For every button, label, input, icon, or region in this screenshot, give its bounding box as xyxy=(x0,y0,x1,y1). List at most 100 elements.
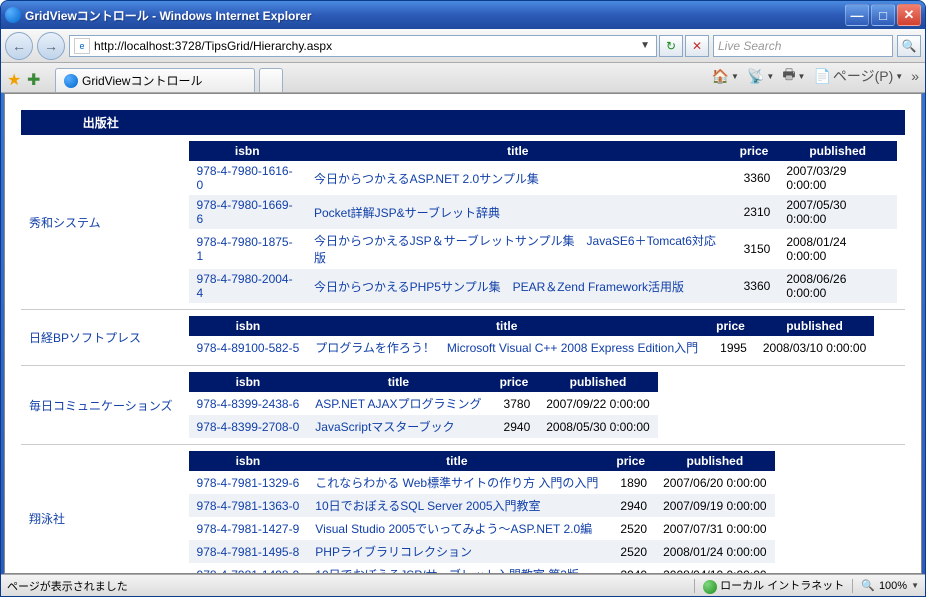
title-cell[interactable]: これならわかる Web標準サイトの作り方 入門の入門 xyxy=(307,471,606,494)
price-cell: 2940 xyxy=(606,494,655,517)
table-row: 978-4-89100-582-5プログラムを作ろう！ Microsoft Vi… xyxy=(189,336,875,359)
col-title: title xyxy=(307,316,706,336)
print-button[interactable]: 🖶▼ xyxy=(782,64,805,88)
isbn-cell[interactable]: 978-4-7981-1498-9 xyxy=(189,563,308,574)
forward-button[interactable]: → xyxy=(37,32,65,60)
books-table: isbntitlepricepublished978-4-7981-1329-6… xyxy=(189,451,775,574)
page-menu[interactable]: 📄 ページ(P)▼ xyxy=(813,66,903,86)
price-cell: 3150 xyxy=(730,229,779,269)
books-table: isbntitlepricepublished978-4-7980-1616-0… xyxy=(189,141,897,303)
isbn-cell[interactable]: 978-4-7980-1669-6 xyxy=(189,195,306,229)
isbn-cell[interactable]: 978-4-7980-2004-4 xyxy=(189,269,306,303)
publisher-cell[interactable]: 翔泳社 xyxy=(21,445,181,575)
price-cell: 1890 xyxy=(606,471,655,494)
hierarchy-grid: 出版社 秀和システムisbntitlepricepublished978-4-7… xyxy=(21,110,905,574)
isbn-cell[interactable]: 978-4-8399-2438-6 xyxy=(189,392,308,415)
feeds-button[interactable]: 📡▼ xyxy=(747,68,774,85)
col-isbn: isbn xyxy=(189,372,308,392)
refresh-button[interactable]: ↻ xyxy=(659,35,683,57)
page-content: 出版社 秀和システムisbntitlepricepublished978-4-7… xyxy=(4,93,922,574)
window-title: GridViewコントロール - Windows Internet Explor… xyxy=(25,7,845,24)
browser-window: GridViewコントロール - Windows Internet Explor… xyxy=(0,0,926,597)
address-bar[interactable]: e http://localhost:3728/TipsGrid/Hierarc… xyxy=(69,35,657,57)
title-cell[interactable]: プログラムを作ろう！ Microsoft Visual C++ 2008 Exp… xyxy=(307,336,706,359)
new-tab-button[interactable] xyxy=(259,68,283,92)
table-row: 978-4-7981-1329-6これならわかる Web標準サイトの作り方 入門… xyxy=(189,471,775,494)
col-price: price xyxy=(606,451,655,471)
back-button[interactable]: ← xyxy=(5,32,33,60)
search-input[interactable]: Live Search xyxy=(713,35,893,57)
table-row: 978-4-7980-1616-0今日からつかえるASP.NET 2.0サンプル… xyxy=(189,161,897,195)
favorites-icon[interactable]: ★ xyxy=(7,70,25,88)
col-publisher: 出版社 xyxy=(21,110,181,135)
title-cell[interactable]: 今日からつかえるPHP5サンプル集 PEAR＆Zend Framework活用版 xyxy=(306,269,730,303)
published-cell: 2007/09/22 0:00:00 xyxy=(538,392,657,415)
maximize-button[interactable]: □ xyxy=(871,4,895,26)
title-cell[interactable]: Visual Studio 2005でいってみよう～ASP.NET 2.0編 xyxy=(307,517,606,540)
price-cell: 2310 xyxy=(730,195,779,229)
price-cell: 3360 xyxy=(730,269,779,303)
books-cell: isbntitlepricepublished978-4-7980-1616-0… xyxy=(181,135,905,310)
title-cell[interactable]: JavaScriptマスターブック xyxy=(307,415,489,438)
isbn-cell[interactable]: 978-4-7981-1329-6 xyxy=(189,471,308,494)
active-tab[interactable]: GridViewコントロール xyxy=(55,68,255,92)
url-text: http://localhost:3728/TipsGrid/Hierarchy… xyxy=(94,39,634,53)
tab-label: GridViewコントロール xyxy=(82,72,202,89)
isbn-cell[interactable]: 978-4-7981-1495-8 xyxy=(189,540,308,563)
add-favorites-icon[interactable]: ✚ xyxy=(27,70,45,88)
zone-icon xyxy=(703,580,717,594)
table-row: 978-4-7981-1363-010日でおぼえるSQL Server 2005… xyxy=(189,494,775,517)
published-cell: 2008/04/10 0:00:00 xyxy=(655,563,774,574)
col-price: price xyxy=(706,316,755,336)
title-cell[interactable]: 今日からつかえるASP.NET 2.0サンプル集 xyxy=(306,161,730,195)
command-bar: 🏠▼ 📡▼ 🖶▼ 📄 ページ(P)▼ » xyxy=(712,64,919,92)
address-dropdown-icon[interactable]: ▼ xyxy=(638,40,652,51)
price-cell: 2520 xyxy=(606,517,655,540)
title-cell[interactable]: PHPライブラリコレクション xyxy=(307,540,606,563)
col-title: title xyxy=(306,141,730,161)
table-row: 978-4-7980-1669-6Pocket詳解JSP&サーブレット辞典231… xyxy=(189,195,897,229)
title-cell[interactable]: Pocket詳解JSP&サーブレット辞典 xyxy=(306,195,730,229)
tools-overflow-icon[interactable]: » xyxy=(911,68,919,84)
col-price: price xyxy=(730,141,779,161)
price-cell: 2940 xyxy=(606,563,655,574)
published-cell: 2007/07/31 0:00:00 xyxy=(655,517,774,540)
col-published: published xyxy=(538,372,657,392)
col-title: title xyxy=(307,451,606,471)
price-cell: 2940 xyxy=(490,415,539,438)
title-cell[interactable]: 10日でおぼえるJSP/サーブレット入門教室 第3版 xyxy=(307,563,606,574)
col-published: published xyxy=(755,316,874,336)
books-table: isbntitlepricepublished978-4-89100-582-5… xyxy=(189,316,875,359)
home-button[interactable]: 🏠▼ xyxy=(712,68,739,85)
table-row: 978-4-7981-1498-910日でおぼえるJSP/サーブレット入門教室 … xyxy=(189,563,775,574)
isbn-cell[interactable]: 978-4-7981-1427-9 xyxy=(189,517,308,540)
publisher-cell[interactable]: 秀和システム xyxy=(21,135,181,310)
books-cell: isbntitlepricepublished978-4-7981-1329-6… xyxy=(181,445,905,575)
zoom-control[interactable]: 🔍 100% ▼ xyxy=(861,579,919,592)
nav-bar: ← → e http://localhost:3728/TipsGrid/Hie… xyxy=(1,29,925,63)
isbn-cell[interactable]: 978-4-7981-1363-0 xyxy=(189,494,308,517)
isbn-cell[interactable]: 978-4-89100-582-5 xyxy=(189,336,308,359)
books-cell: isbntitlepricepublished978-4-89100-582-5… xyxy=(181,310,905,366)
title-cell[interactable]: 10日でおぼえるSQL Server 2005入門教室 xyxy=(307,494,606,517)
col-price: price xyxy=(490,372,539,392)
isbn-cell[interactable]: 978-4-7980-1616-0 xyxy=(189,161,306,195)
isbn-cell[interactable]: 978-4-7980-1875-1 xyxy=(189,229,306,269)
published-cell: 2007/09/19 0:00:00 xyxy=(655,494,774,517)
table-row: 978-4-7981-1427-9Visual Studio 2005でいってみ… xyxy=(189,517,775,540)
table-row: 978-4-7980-1875-1今日からつかえるJSP＆サーブレットサンプル集… xyxy=(189,229,897,269)
title-cell[interactable]: ASP.NET AJAXプログラミング xyxy=(307,392,489,415)
close-button[interactable]: ✕ xyxy=(897,4,921,26)
stop-button[interactable]: ✕ xyxy=(685,35,709,57)
minimize-button[interactable]: — xyxy=(845,4,869,26)
title-cell[interactable]: 今日からつかえるJSP＆サーブレットサンプル集 JavaSE6＋Tomcat6対… xyxy=(306,229,730,269)
status-bar: ページが表示されました ローカル イントラネット 🔍 100% ▼ xyxy=(1,574,925,596)
publisher-cell[interactable]: 毎日コミュニケーションズ xyxy=(21,366,181,445)
isbn-cell[interactable]: 978-4-8399-2708-0 xyxy=(189,415,308,438)
search-button[interactable]: 🔍 xyxy=(897,35,921,57)
publisher-cell[interactable]: 日経BPソフトプレス xyxy=(21,310,181,366)
published-cell: 2008/03/10 0:00:00 xyxy=(755,336,874,359)
table-row: 978-4-7980-2004-4今日からつかえるPHP5サンプル集 PEAR＆… xyxy=(189,269,897,303)
table-row: 978-4-8399-2708-0JavaScriptマスターブック294020… xyxy=(189,415,658,438)
published-cell: 2007/05/30 0:00:00 xyxy=(778,195,897,229)
